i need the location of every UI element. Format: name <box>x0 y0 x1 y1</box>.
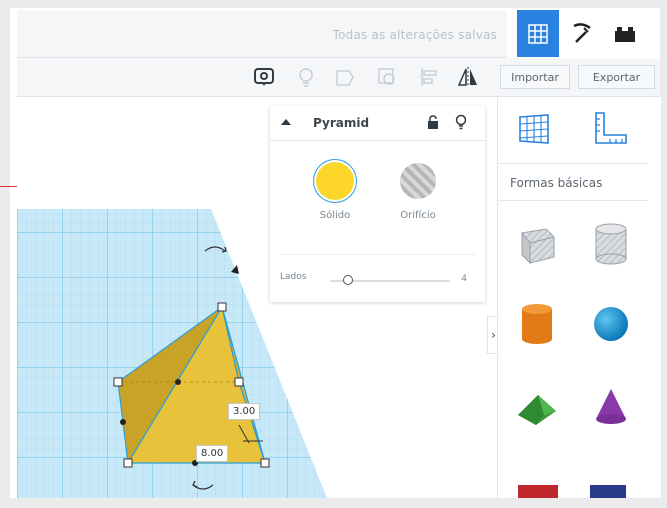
box-hole-icon <box>521 228 555 265</box>
notes-tool-button[interactable] <box>250 63 278 91</box>
sphere-icon <box>594 307 628 341</box>
sides-value: 4 <box>461 274 467 284</box>
sides-slider-thumb[interactable] <box>343 275 353 285</box>
lego-mode-button[interactable] <box>604 10 646 57</box>
width-dimension-label[interactable]: 8.00 <box>196 445 229 462</box>
height-dimension-label[interactable]: 3.00 <box>228 403 261 420</box>
solid-color-swatch[interactable] <box>316 162 354 200</box>
shape-name[interactable]: Pyramid <box>313 116 369 130</box>
shape-cylinder-hole[interactable] <box>586 219 636 269</box>
resize-handle[interactable] <box>217 302 227 312</box>
shape-partial[interactable] <box>518 485 558 498</box>
collapse-caret-icon[interactable] <box>280 118 292 126</box>
export-button[interactable]: Exportar <box>578 65 655 89</box>
grid-view-icon <box>528 23 548 44</box>
divider <box>280 254 475 255</box>
shapes-panel: Formas básicas <box>497 97 661 498</box>
resize-handle[interactable] <box>234 377 244 387</box>
brick-icon <box>615 26 635 42</box>
lightbulb-icon[interactable] <box>455 114 467 130</box>
shape-outline-icon <box>336 70 354 86</box>
cylinder-hole-icon <box>595 223 627 265</box>
resize-handle[interactable] <box>260 458 270 468</box>
ruler-tool-tab[interactable] <box>588 107 632 151</box>
solid-label: Sólido <box>319 210 351 221</box>
ungroup-tool-button[interactable] <box>373 63 401 91</box>
midpoint-handle[interactable] <box>175 379 181 385</box>
cylinder-icon <box>522 304 552 344</box>
save-status: Todas as alterações salvas <box>332 28 497 42</box>
mirror-tool-button[interactable] <box>454 63 482 91</box>
visibility-tool-button[interactable] <box>292 63 320 91</box>
group-tool-button[interactable] <box>331 63 359 91</box>
resize-handle[interactable] <box>113 377 123 387</box>
shape-cylinder[interactable] <box>512 299 562 349</box>
inspector-header: Pyramid <box>270 106 485 141</box>
hole-swatch[interactable] <box>400 163 436 199</box>
align-tool-button[interactable] <box>415 63 443 91</box>
shape-roof[interactable] <box>512 383 562 433</box>
sides-label: Lados <box>280 272 307 282</box>
lightbulb-icon <box>299 68 313 87</box>
midpoint-handle[interactable] <box>120 419 126 425</box>
shape-category-select[interactable]: Formas básicas <box>498 163 648 201</box>
cone-icon <box>596 389 626 424</box>
shape-inspector-panel: Pyramid Sólido Orifício Lados 4 <box>270 106 485 302</box>
toolbar: Importar Exportar <box>17 58 660 97</box>
notes-icon <box>254 68 274 86</box>
3d-design-mode-button[interactable] <box>517 10 559 57</box>
pickaxe-icon <box>573 22 591 43</box>
workplane-icon <box>519 114 549 144</box>
group-icon <box>378 68 395 85</box>
minecraft-mode-button[interactable] <box>561 10 603 57</box>
status-bar: Todas as alterações salvas <box>17 10 507 58</box>
shape-box-hole[interactable] <box>512 219 562 269</box>
ruler-icon <box>595 112 627 144</box>
lock-icon[interactable] <box>427 115 439 129</box>
resize-handle[interactable] <box>123 458 133 468</box>
hole-label: Orifício <box>400 210 436 221</box>
shape-sphere[interactable] <box>586 299 636 349</box>
roof-icon <box>518 395 556 425</box>
workplane-tool-tab[interactable] <box>512 107 556 151</box>
shape-cone[interactable] <box>586 383 636 433</box>
shape-partial[interactable] <box>590 485 626 498</box>
import-button[interactable]: Importar <box>500 65 570 89</box>
mirror-icon <box>457 67 477 87</box>
align-icon <box>421 68 437 86</box>
